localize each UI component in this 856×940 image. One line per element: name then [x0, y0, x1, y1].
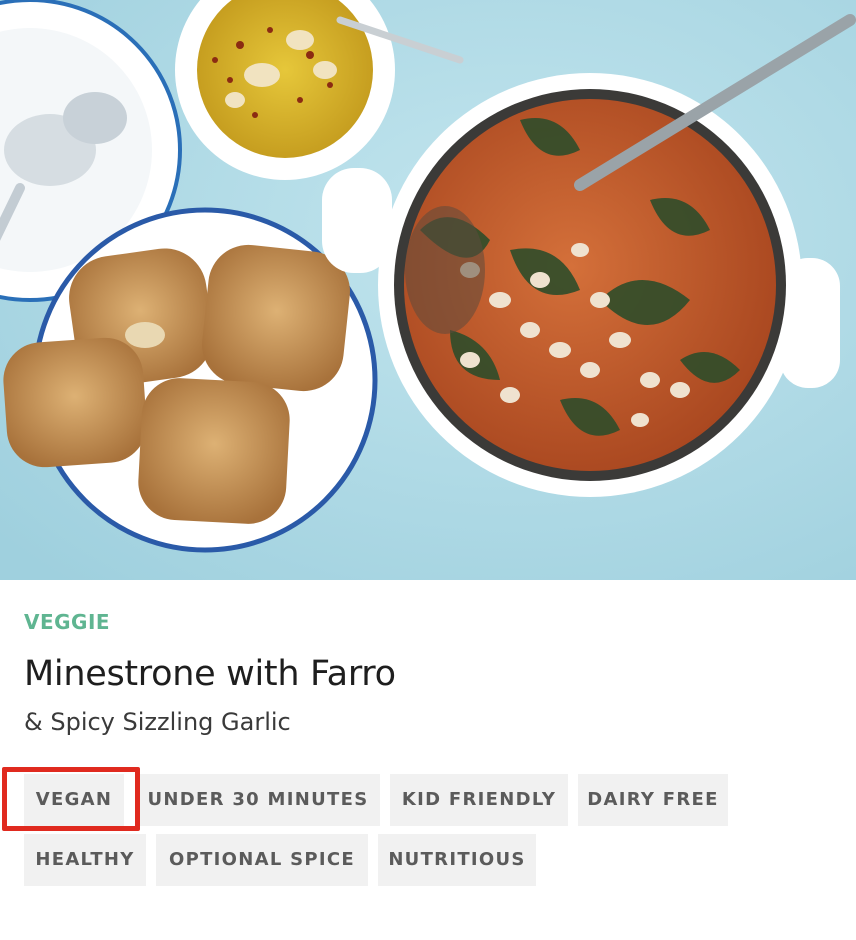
highlight-box	[2, 767, 140, 831]
recipe-title[interactable]: Minestrone with Farro	[24, 654, 396, 694]
tag-kid-friendly[interactable]: KID FRIENDLY	[390, 774, 568, 826]
recipe-card[interactable]: VEGGIE Minestrone with Farro & Spicy Siz…	[0, 0, 856, 940]
tag-healthy[interactable]: HEALTHY	[24, 834, 146, 886]
tag-nutritious[interactable]: NUTRITIOUS	[378, 834, 536, 886]
tag-under-30-minutes[interactable]: UNDER 30 MINUTES	[136, 774, 380, 826]
tag-dairy-free[interactable]: DAIRY FREE	[578, 774, 728, 826]
recipe-details: VEGGIE Minestrone with Farro & Spicy Siz…	[0, 580, 856, 940]
recipe-category[interactable]: VEGGIE	[24, 610, 110, 634]
tag-optional-spice[interactable]: OPTIONAL SPICE	[156, 834, 368, 886]
recipe-photo[interactable]	[0, 0, 856, 580]
recipe-subtitle: & Spicy Sizzling Garlic	[24, 708, 291, 736]
minestrone-photo-illustration	[0, 0, 856, 580]
